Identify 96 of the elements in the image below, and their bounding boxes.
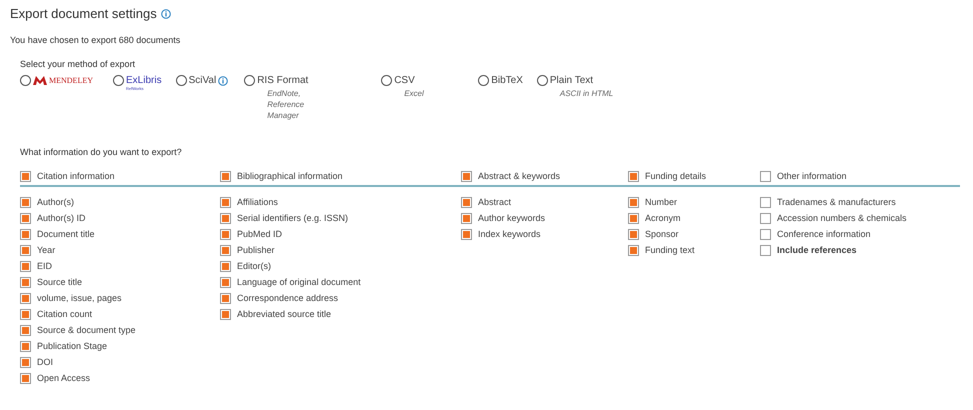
checkbox[interactable] [20,340,31,352]
radio-button[interactable] [20,75,31,86]
page-title: Export document settings [10,6,157,21]
radio-button[interactable] [536,75,548,86]
checkbox[interactable] [220,276,231,288]
checkbox-label: Language of original document [237,277,361,287]
checkbox-label: Source & document type [37,325,136,335]
checkbox[interactable] [220,244,231,256]
checkbox[interactable] [20,260,31,272]
checkbox[interactable] [461,212,472,224]
option-label[interactable]: Plain Text [550,75,620,86]
option-hint: ASCII in HTML [558,88,614,99]
checkbox-label: DOI [37,357,54,367]
help-icon[interactable] [160,8,171,18]
checkbox-label: Index keywords [478,229,541,239]
checkbox[interactable] [20,292,31,304]
checkbox[interactable] [20,308,31,320]
option-hint: Excel [403,88,425,99]
radio-button[interactable] [244,75,256,86]
group-label: Bibliographical information [237,171,343,181]
checkbox-label: Publication Stage [37,341,108,351]
group-label: Other information [777,171,847,181]
checkbox-label: Serial identifiers (e.g. ISSN) [237,213,348,223]
radio-button[interactable] [381,75,392,86]
checkbox[interactable] [220,260,231,272]
exlibris-logo[interactable]: ExLibris [126,75,162,86]
checkbox-label: Source title [37,277,82,287]
checkbox-label: Funding text [645,245,695,255]
checkbox[interactable] [760,244,771,256]
checkbox[interactable] [20,276,31,288]
checkbox-label: Number [645,197,678,207]
option-label[interactable]: SciVal [188,75,228,86]
checkbox[interactable] [220,308,231,320]
mendeley-logo[interactable]: MENDELEY [33,75,93,86]
checkbox[interactable] [628,228,639,240]
checkbox[interactable] [760,212,771,224]
checkbox[interactable] [20,228,31,240]
summary-text: You have chosen to export 680 documents [10,35,182,45]
checkbox-label: Abstract [478,197,512,207]
checkbox-label: Year [37,245,56,255]
checkbox[interactable] [220,196,231,208]
info-icon[interactable] [218,76,228,86]
checkbox[interactable] [20,196,31,208]
checkbox-label: Editor(s) [237,261,272,271]
checkbox[interactable] [760,196,771,208]
checkbox-label: Document title [37,229,95,239]
group-label: Funding details [645,171,706,181]
radio-button[interactable] [113,75,124,86]
option-label[interactable]: BibTeX [491,75,523,86]
checkbox[interactable] [628,212,639,224]
group-label: Abstract & keywords [478,171,560,181]
option-hint: EndNote, Reference Manager [266,88,306,121]
checkbox[interactable] [220,292,231,304]
checkbox[interactable] [20,170,31,182]
checkbox[interactable] [220,170,231,182]
logo-icon [33,76,47,85]
option-label[interactable]: CSV [394,75,464,86]
checkbox-label: Conference information [777,229,871,239]
checkbox[interactable] [461,196,472,208]
section-label: Select your method of export [20,59,136,69]
checkbox-label: Abbreviated source title [237,309,332,319]
checkbox-label: EID [37,261,52,271]
checkbox[interactable] [220,212,231,224]
checkbox[interactable] [628,196,639,208]
checkbox[interactable] [20,356,31,368]
radio-button[interactable] [176,75,187,86]
checkbox[interactable] [628,170,639,182]
checkbox[interactable] [220,228,231,240]
checkbox[interactable] [20,324,31,336]
checkbox[interactable] [760,228,771,240]
option-label[interactable]: RIS Format [257,75,338,86]
checkbox-label: Author(s) [37,197,74,207]
checkbox[interactable] [760,170,771,182]
checkbox[interactable] [461,170,472,182]
checkbox-label: Author keywords [478,213,546,223]
checkbox-label: Tradenames & manufacturers [777,197,896,207]
checkbox-label: Publisher [237,245,275,255]
checkbox-label: Citation count [37,309,92,319]
checkbox-label: PubMed ID [237,229,282,239]
checkbox-label: volume, issue, pages [37,293,122,303]
checkbox-label: Correspondence address [237,293,338,303]
checkbox[interactable] [20,372,31,384]
checkbox-label: Sponsor [645,229,679,239]
checkbox[interactable] [461,228,472,240]
checkbox-label: Open Access [37,373,90,383]
checkbox[interactable] [20,244,31,256]
checkbox[interactable] [628,244,639,256]
radio-button[interactable] [478,75,490,86]
checkbox-label: Include references [777,245,857,255]
checkbox[interactable] [20,212,31,224]
section-label: What information do you want to export? [20,147,183,157]
checkbox-label: Acronym [645,213,681,223]
checkbox-label: Accession numbers & chemicals [777,213,907,223]
group-label: Citation information [37,171,115,181]
checkbox-label: Author(s) ID [37,213,86,223]
checkbox-label: Affiliations [237,197,278,207]
